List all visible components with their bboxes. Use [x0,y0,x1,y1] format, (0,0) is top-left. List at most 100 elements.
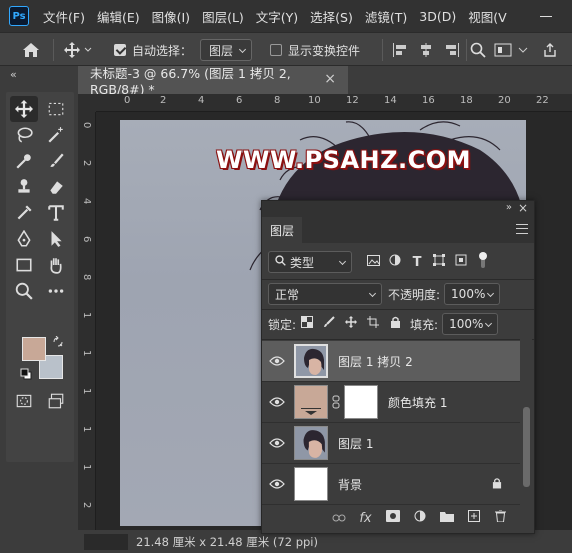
new-layer-icon[interactable] [460,510,487,526]
filter-toggle-icon[interactable] [472,251,494,273]
ruler-label: 0 [124,95,131,106]
visibility-eye-icon[interactable] [262,396,292,408]
auto-select-checkbox[interactable] [114,44,126,56]
filter-adjustment-icon[interactable] [384,254,406,270]
options-bar: 自动选择： 图层 显示变换控件 [0,32,572,66]
close-panel-icon[interactable]: × [518,201,528,215]
new-group-icon[interactable] [433,511,460,526]
tab-layers[interactable]: 图层 [262,217,302,243]
hand-icon[interactable] [42,252,70,278]
add-mask-icon[interactable] [379,510,406,526]
eyedropper-icon[interactable] [10,148,38,174]
foreground-color-swatch[interactable] [22,337,46,361]
filter-smart-object-icon[interactable] [450,254,472,270]
rectangle-icon[interactable] [10,252,38,278]
move-icon[interactable] [10,96,38,122]
ruler-label: 20 [498,95,511,106]
layer-style-icon[interactable]: fx [352,511,379,526]
menu-file[interactable]: 文件(F) [37,7,91,26]
screen-mode-icon[interactable] [42,388,70,414]
menu-layer[interactable]: 图层(L) [196,7,250,26]
layer-row[interactable]: 颜色填充 1 [262,382,520,423]
menu-edit[interactable]: 编辑(E) [91,7,146,26]
toolbox [6,92,74,462]
fill-field[interactable]: 100% [442,313,499,335]
show-transform-checkbox[interactable] [270,44,282,56]
align-left-icon[interactable] [392,33,408,67]
ruler-label: 1 [81,464,92,471]
align-center-icon[interactable] [418,33,434,67]
auto-select-label: 自动选择： [132,43,193,58]
move-tool-preset-icon[interactable] [64,33,92,67]
opacity-field[interactable]: 100% [444,283,501,305]
visibility-eye-icon[interactable] [262,478,292,490]
link-icon[interactable] [330,395,342,409]
menu-3d[interactable]: 3D(D) [413,9,462,24]
filter-type-icon[interactable]: T [406,255,428,270]
quick-mask-icon[interactable] [10,388,38,414]
align-right-icon[interactable] [444,33,460,67]
blend-mode-dropdown[interactable]: 正常 [268,283,382,305]
menu-view[interactable]: 视图(V [462,7,512,26]
more-icon[interactable] [42,278,70,304]
eraser-icon[interactable] [42,174,70,200]
visibility-eye-icon[interactable] [262,437,292,449]
history-brush-icon[interactable] [10,200,38,226]
share-icon[interactable] [542,33,558,67]
close-icon[interactable]: × [324,71,336,87]
marquee-icon[interactable] [42,96,70,122]
zoom-icon[interactable] [10,278,38,304]
scrollbar-thumb[interactable] [523,407,530,487]
menu-filter[interactable]: 滤镜(T) [359,7,413,26]
filter-kind-dropdown[interactable]: 类型 [268,251,352,273]
ruler-corner [78,94,96,112]
layer-row[interactable]: 图层 1 [262,423,520,464]
layer-name: 颜色填充 1 [388,395,448,410]
brush-icon[interactable] [42,148,70,174]
lock-label: 锁定: [268,317,297,332]
visibility-eye-icon[interactable] [262,355,292,367]
pen-icon[interactable] [10,226,38,252]
filter-shape-icon[interactable] [428,254,450,270]
ruler-label: 2 [160,95,167,106]
auto-select-target-dropdown[interactable]: 图层 [200,39,253,61]
menu-image[interactable]: 图像(I) [146,7,196,26]
layer-filter-row: 类型 T [262,249,534,275]
adjustment-layer-icon[interactable] [406,510,433,526]
lock-all-icon[interactable] [384,316,406,332]
filter-pixel-icon[interactable] [362,254,384,270]
zoom-field[interactable] [84,533,128,550]
minimize-icon[interactable] [538,8,554,24]
menu-type[interactable]: 文字(Y) [250,7,304,26]
search-icon[interactable] [470,33,486,67]
link-layers-icon[interactable] [325,511,352,526]
path-select-icon[interactable] [42,226,70,252]
default-colors-icon[interactable] [20,368,32,383]
ruler-label: 16 [422,95,435,106]
layer-mask-thumbnail[interactable] [344,385,378,419]
collapse-icon[interactable]: « [10,68,17,81]
swap-colors-icon[interactable] [52,335,64,351]
workspace-icon[interactable] [494,33,512,67]
collapse-panel-icon[interactable]: » [506,202,512,213]
lock-artboard-icon[interactable] [362,316,384,332]
chevron-down-icon[interactable] [518,33,528,67]
lock-transparent-icon[interactable] [296,316,318,332]
layer-row[interactable]: 图层 1 拷贝 2 [262,341,520,382]
magic-wand-icon[interactable] [42,122,70,148]
ruler-label: 4 [198,95,205,106]
type-icon[interactable] [42,200,70,226]
lock-pixels-icon[interactable] [318,316,340,332]
layers-panel: » × 图层 类型 T 正常 不透明度: 100% 锁定: 填充: 100% 图… [261,200,535,534]
ruler-label: 1 [81,426,92,433]
menu-select[interactable]: 选择(S) [304,7,359,26]
delete-layer-icon[interactable] [487,509,514,526]
stamp-icon[interactable] [10,174,38,200]
home-icon[interactable] [22,33,40,67]
layers-scrollbar[interactable] [520,339,532,499]
layer-row[interactable]: 背景 [262,464,520,505]
document-tab[interactable]: 未标题-3 @ 66.7% (图层 1 拷贝 2, RGB/8#) * × [78,66,348,97]
panel-menu-icon[interactable] [516,224,528,234]
lock-position-icon[interactable] [340,316,362,332]
lasso-icon[interactable] [10,122,38,148]
